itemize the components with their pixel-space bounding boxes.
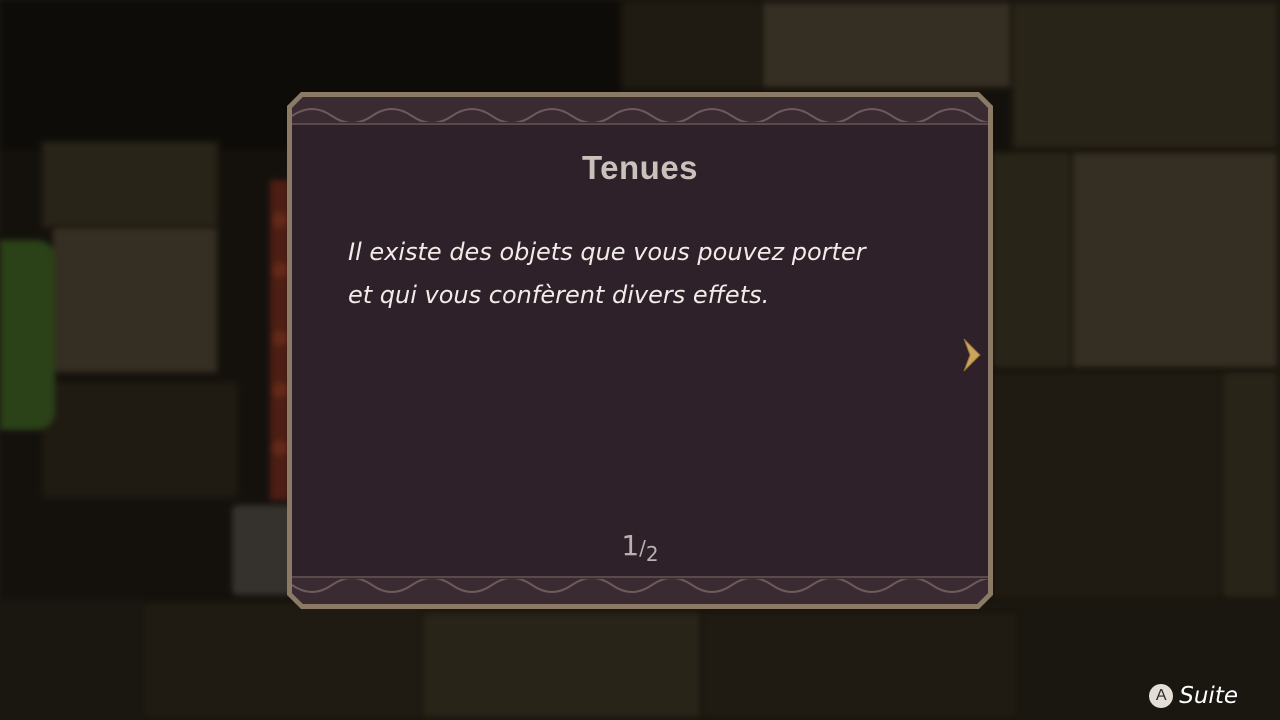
tutorial-line-2: et qui vous confèrent divers effets.	[348, 281, 770, 309]
page-separator: /	[639, 536, 646, 560]
panel-bottom-ornament	[292, 576, 988, 604]
tutorial-title: Tenues	[581, 149, 699, 186]
panel-top-ornament	[292, 97, 988, 125]
a-button-icon: A	[1149, 684, 1174, 708]
page-indicator: 1/2	[292, 529, 988, 562]
page-current: 1	[621, 529, 640, 562]
tutorial-panel-body: Tenues Il existe des objets que vous pou…	[292, 97, 988, 604]
continue-prompt[interactable]: A Suite	[1149, 681, 1238, 711]
page-total: 2	[645, 542, 659, 566]
chevron-right-icon[interactable]	[960, 335, 986, 375]
tutorial-panel: Tenues Il existe des objets que vous pou…	[287, 92, 993, 609]
tutorial-description: Il existe des objets que vous pouvez por…	[348, 231, 928, 317]
continue-label: Suite	[1179, 683, 1238, 709]
tutorial-line-1: Il existe des objets que vous pouvez por…	[348, 238, 866, 266]
